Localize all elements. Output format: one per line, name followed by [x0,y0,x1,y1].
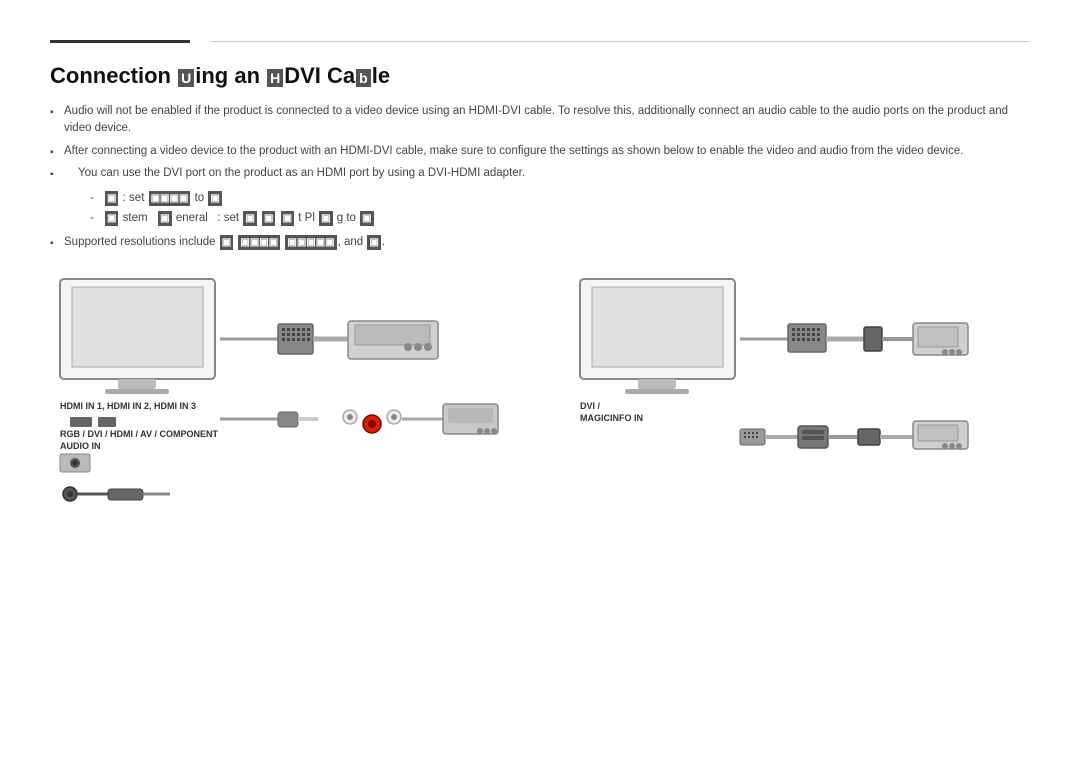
left-diagram-svg: HDMI IN 1, HDMI IN 2, HDMI IN 3 [50,269,510,529]
bullet-item-1: Audio will not be enabled if the product… [50,103,1030,138]
title-icon-3: b [356,69,371,87]
bullet-item-3: You can use the DVI port on the product … [50,165,1030,182]
title-icon-1: U [178,69,194,87]
res-icon3: ▣▣▣▣▣ [285,235,336,250]
res-icon2: ▣▣▣▣ [238,235,280,250]
hotplug-icon: ▣ [243,211,256,226]
svg-text:AUDIO IN: AUDIO IN [60,441,101,451]
page-container: Connection Uing an HDVI Cable Audio will… [0,0,1080,572]
title-icon-2: H [267,69,283,87]
svg-text:MAGICINFO IN: MAGICINFO IN [580,413,643,423]
hotplug-icon2: ▣ [262,211,275,226]
system-icon: ▣ [105,211,118,226]
sound-icon: ▣ [105,191,118,206]
diagram-left: HDMI IN 1, HDMI IN 2, HDMI IN 3 [50,269,510,532]
sound-value-icon: ▣▣▣▣ [149,191,191,206]
svg-text:RGB / DVI / HDMI / AV / COMPON: RGB / DVI / HDMI / AV / COMPONENT [60,429,219,439]
hotplug-icon4: ▣ [319,211,332,226]
resolutions-item: Supported resolutions include ▣ ▣▣▣▣ ▣▣▣… [50,234,1030,251]
resolutions-bullet: Supported resolutions include ▣ ▣▣▣▣ ▣▣▣… [50,234,1030,251]
res-icon1: ▣ [220,235,233,250]
top-line-decoration [50,40,1030,43]
hotplug-value-icon: ▣ [360,211,373,226]
svg-text:HDMI IN 1, HDMI IN 2, HDMI IN: HDMI IN 1, HDMI IN 2, HDMI IN 3 [60,401,196,411]
general-icon: ▣ [158,211,171,226]
sound-setting-icon: ▣ [208,191,221,206]
right-diagram-svg: DVI / MAGICINFO IN [570,269,1030,529]
diagrams-row: HDMI IN 1, HDMI IN 2, HDMI IN 3 [50,269,1030,532]
res-icon4: ▣ [367,235,380,250]
bullet-item-2: After connecting a video device to the p… [50,143,1030,160]
diagram-right: DVI / MAGICINFO IN [570,269,1030,532]
sub-bullet-list: ▣ : set ▣▣▣▣ to ▣ ▣ stem ▣ eneral : set … [90,190,1030,228]
indent-text: You can use the DVI port on the product … [78,167,525,179]
page-title: Connection Uing an HDVI Cable [50,63,1030,89]
main-bullet-list: Audio will not be enabled if the product… [50,103,1030,182]
hotplug-icon3: ▣ [281,211,294,226]
thin-line [210,41,1030,42]
svg-text:DVI /: DVI / [580,401,601,411]
sub-bullet-system: ▣ stem ▣ eneral : set ▣ ▣ ▣ t Pl ▣ g to … [90,210,1030,227]
accent-line [50,40,190,43]
sub-bullet-sound: ▣ : set ▣▣▣▣ to ▣ [90,190,1030,207]
